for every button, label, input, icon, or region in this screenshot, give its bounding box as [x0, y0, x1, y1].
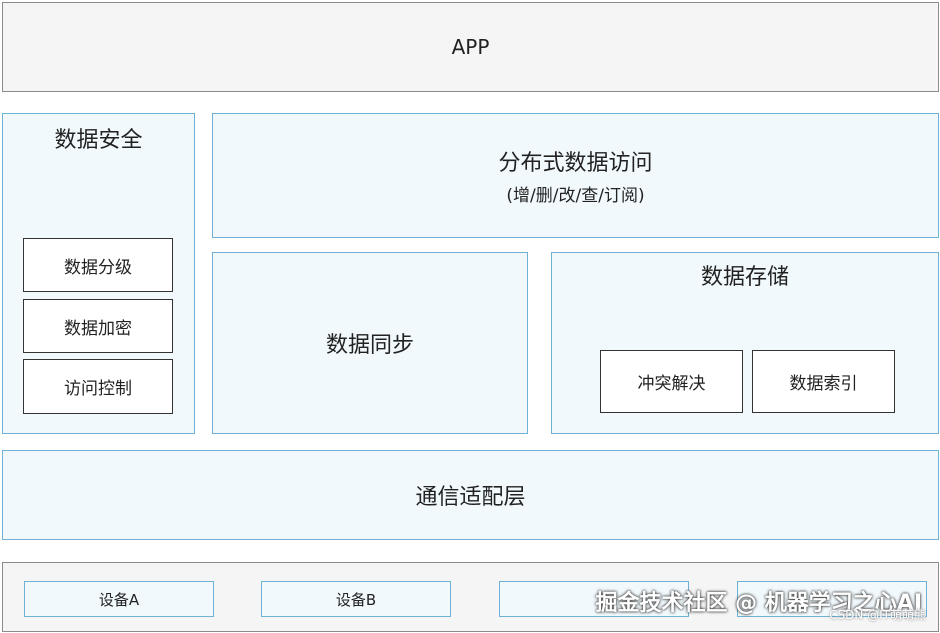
data-security-block: 数据安全 数据分级 数据加密 访问控制: [2, 113, 195, 434]
distributed-access-block: 分布式数据访问 (增/删/改/查/订阅): [212, 113, 939, 238]
security-item-access-control: 访问控制: [23, 359, 173, 414]
app-label: APP: [451, 35, 490, 59]
comm-adapter-layer: 通信适配层: [2, 450, 939, 540]
data-security-title: 数据安全: [54, 128, 143, 153]
security-item-label: 数据加密: [64, 318, 132, 339]
security-item-label: 数据分级: [64, 257, 132, 278]
data-sync-label: 数据同步: [325, 333, 414, 358]
app-layer: APP: [2, 2, 939, 92]
storage-item-label: 数据索引: [789, 374, 858, 394]
device-a: 设备A: [24, 581, 214, 617]
security-item-classification: 数据分级: [23, 238, 173, 292]
security-item-label: 访问控制: [64, 379, 132, 399]
comm-adapter-label: 通信适配层: [415, 485, 526, 510]
distributed-access-title: 分布式数据访问: [498, 151, 653, 176]
data-sync-block: 数据同步: [212, 252, 528, 434]
storage-item-index: 数据索引: [752, 350, 895, 413]
security-item-encryption: 数据加密: [23, 299, 173, 353]
device-b: 设备B: [261, 581, 451, 617]
device-label: 设备A: [98, 590, 140, 609]
storage-item-conflict: 冲突解决: [600, 350, 743, 413]
distributed-access-subtitle: (增/删/改/查/订阅): [506, 186, 645, 206]
data-storage-block: 数据存储 冲突解决 数据索引: [551, 252, 939, 434]
device-label: 设备B: [335, 590, 377, 609]
storage-item-label: 冲突解决: [637, 374, 706, 394]
watermark-sub: CSDN @IT萌萌熊: [829, 608, 926, 622]
data-storage-title: 数据存储: [700, 265, 789, 290]
